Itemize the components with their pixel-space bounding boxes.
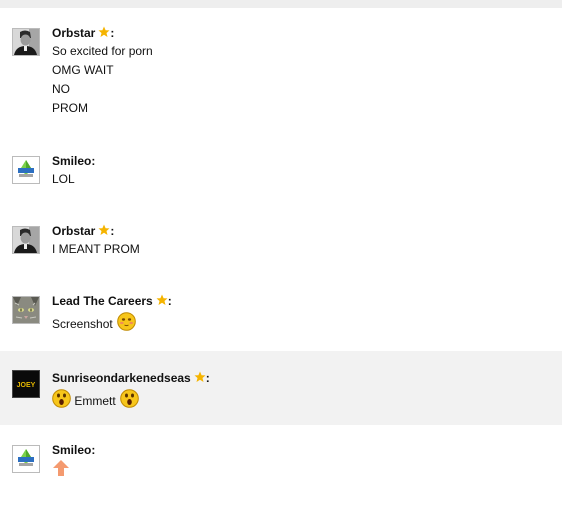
blushing-smiley-icon — [117, 312, 136, 331]
author-line: Orbstar: — [52, 224, 115, 238]
chat-message: Lead The Careers: Screenshot — [0, 294, 562, 338]
sims-plumbob-avatar[interactable] — [12, 445, 40, 473]
author-line: Smileo: — [52, 443, 96, 457]
message-line: I MEANT PROM — [52, 242, 140, 256]
author-name[interactable]: Smileo — [52, 443, 91, 457]
top-divider-band — [0, 0, 562, 8]
author-name[interactable]: Sunriseondarkenedseas — [52, 371, 191, 385]
author-name[interactable]: Smileo — [52, 154, 91, 168]
star-icon — [194, 371, 206, 382]
joey-text-avatar[interactable]: JOEY — [12, 370, 40, 398]
author-line: Lead The Careers: — [52, 294, 172, 308]
message-text: Emmett — [74, 394, 116, 408]
author-line: Sunriseondarkenedseas: — [52, 371, 210, 385]
avatar-text: JOEY — [17, 382, 36, 389]
orange-up-arrow-icon — [53, 460, 69, 476]
author-line: Orbstar: — [52, 26, 115, 40]
chat-message: Smileo: — [0, 443, 562, 485]
author-name[interactable]: Orbstar — [52, 224, 95, 238]
author-name[interactable]: Lead The Careers — [52, 294, 153, 308]
star-icon — [156, 294, 168, 305]
chat-message: Orbstar: I MEANT PROM — [0, 224, 562, 264]
star-icon — [98, 224, 110, 235]
star-icon — [98, 26, 110, 37]
surprised-smiley-icon — [52, 389, 71, 408]
message-line: NO — [52, 82, 70, 96]
message-line: So excited for porn — [52, 44, 153, 58]
message-text: Screenshot — [52, 317, 113, 331]
chat-message-highlighted: JOEY Sunriseondarkenedseas: Emmett — [0, 351, 562, 425]
sims-plumbob-avatar[interactable] — [12, 156, 40, 184]
message-line: Emmett — [52, 389, 210, 408]
chat-message: Smileo: LOL — [0, 154, 562, 194]
grayscale-portrait-avatar[interactable] — [12, 226, 40, 254]
message-line: Screenshot — [52, 312, 172, 331]
message-line: PROM — [52, 101, 88, 115]
chat-message: Orbstar: So excited for porn OMG WAIT NO… — [0, 26, 562, 126]
message-line: LOL — [52, 172, 75, 186]
author-line: Smileo: — [52, 154, 96, 168]
cat-face-avatar[interactable] — [12, 296, 40, 324]
grayscale-portrait-avatar[interactable] — [12, 28, 40, 56]
surprised-smiley-icon — [120, 389, 139, 408]
message-line: OMG WAIT — [52, 63, 114, 77]
author-name[interactable]: Orbstar — [52, 26, 95, 40]
